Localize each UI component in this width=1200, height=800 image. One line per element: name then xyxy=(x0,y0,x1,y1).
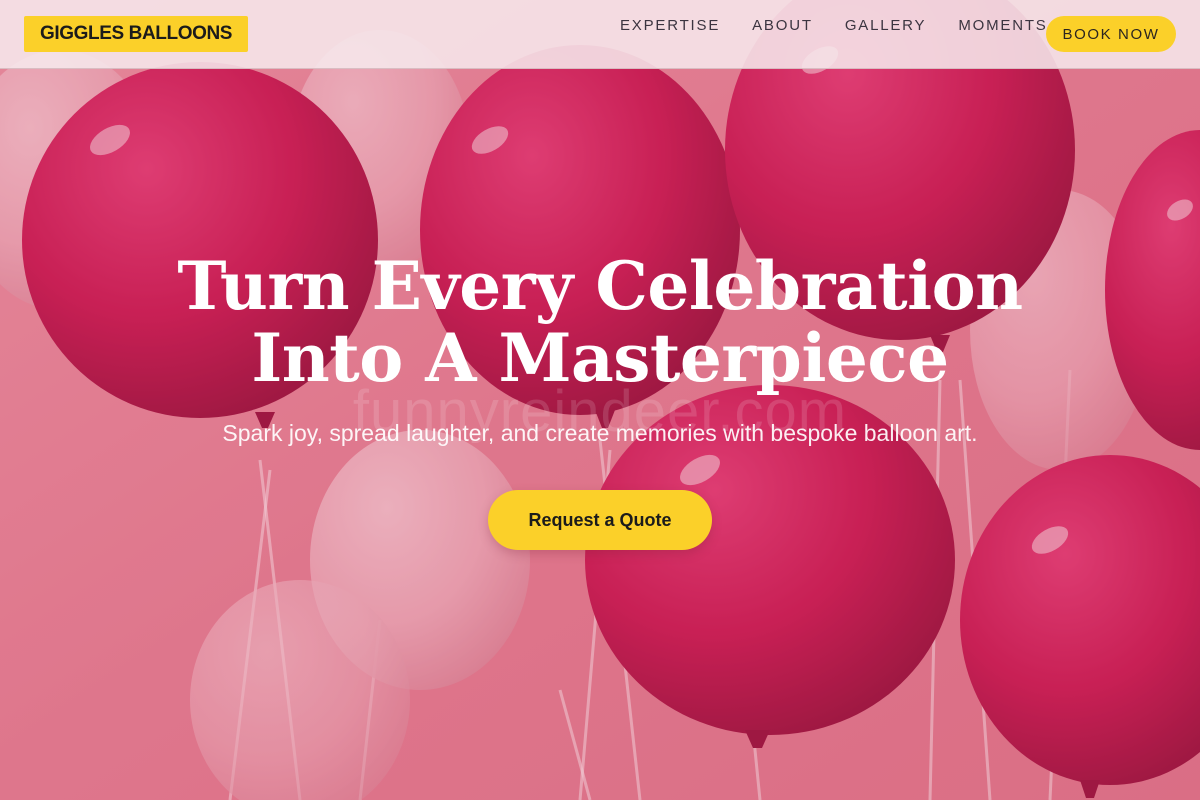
hero-title: Turn Every Celebration Into A Masterpiec… xyxy=(0,250,1200,394)
hero-subtitle: Spark joy, spread laughter, and create m… xyxy=(222,420,978,446)
logo[interactable]: GIGGLES BALLOONS xyxy=(24,16,249,52)
main-nav: EXPERTISE ABOUT GALLERY MOMENTS xyxy=(620,16,1048,36)
nav-link-moments[interactable]: MOMENTS xyxy=(958,16,1047,36)
nav-link-gallery[interactable]: GALLERY xyxy=(845,16,927,36)
request-quote-button[interactable]: Request a Quote xyxy=(488,490,712,550)
page: GIGGLES BALLOONS EXPERTISE ABOUT GALLERY… xyxy=(0,0,1200,800)
book-now-button[interactable]: BOOK NOW xyxy=(1046,16,1176,52)
hero-title-line-1: Turn Every Celebration xyxy=(177,247,1023,325)
nav-link-expertise[interactable]: EXPERTISE xyxy=(620,16,720,36)
nav-link-about[interactable]: ABOUT xyxy=(752,16,813,36)
site-header: GIGGLES BALLOONS EXPERTISE ABOUT GALLERY… xyxy=(0,0,1200,69)
